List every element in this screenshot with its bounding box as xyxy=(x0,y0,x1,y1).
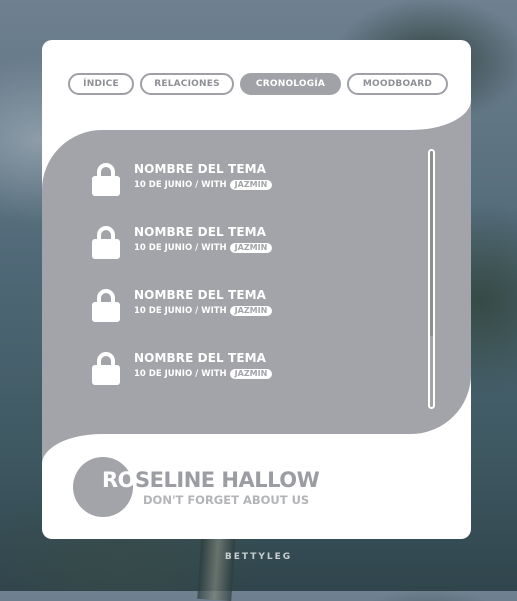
panel-corner-top xyxy=(411,100,471,130)
profile-tagline: DON'T FORGET ABOUT US xyxy=(143,493,310,507)
entry-title: NOMBRE DEL TEMA xyxy=(134,162,267,176)
entry-tag[interactable]: JAZMIN xyxy=(229,180,273,190)
entry-meta: 10 DE JUNIO / WITH JAZMIN xyxy=(134,306,273,316)
tab-relaciones[interactable]: RELACIONES xyxy=(140,73,234,95)
tab-cronologia[interactable]: CRONOLOGÍA xyxy=(240,73,341,95)
lock-icon xyxy=(92,352,120,385)
lock-icon xyxy=(92,163,120,196)
profile-name-highlight: RO xyxy=(102,468,136,492)
scrollbar-thumb[interactable] xyxy=(430,151,433,336)
entry-meta: 10 DE JUNIO / WITH JAZMIN xyxy=(134,180,273,190)
entry-date: 10 DE JUNIO / WITH xyxy=(134,369,227,379)
profile-card: ÍNDICE RELACIONES CRONOLOGÍA MOODBOARD N… xyxy=(42,40,471,539)
entry-tag[interactable]: JAZMIN xyxy=(229,306,273,316)
entry-date: 10 DE JUNIO / WITH xyxy=(134,180,227,190)
entry-date: 10 DE JUNIO / WITH xyxy=(134,306,227,316)
entry-title: NOMBRE DEL TEMA xyxy=(134,225,267,239)
entry-tag[interactable]: JAZMIN xyxy=(229,369,273,379)
entry-title: NOMBRE DEL TEMA xyxy=(134,351,267,365)
entry-meta: 10 DE JUNIO / WITH JAZMIN xyxy=(134,243,273,253)
tab-moodboard[interactable]: MOODBOARD xyxy=(347,73,448,95)
lock-icon xyxy=(92,226,120,259)
credit-label: BETTYLEG xyxy=(224,552,293,562)
entry-title: NOMBRE DEL TEMA xyxy=(134,288,267,302)
timeline-scrollbar[interactable] xyxy=(428,149,435,409)
profile-name: ROSELINE HALLOW xyxy=(102,468,320,492)
profile-name-rest: SELINE HALLOW xyxy=(135,468,320,492)
tab-indice[interactable]: ÍNDICE xyxy=(68,73,134,95)
entry-meta: 10 DE JUNIO / WITH JAZMIN xyxy=(134,369,273,379)
entry-tag[interactable]: JAZMIN xyxy=(229,243,273,253)
entry-date: 10 DE JUNIO / WITH xyxy=(134,243,227,253)
lock-icon xyxy=(92,289,120,322)
tab-nav: ÍNDICE RELACIONES CRONOLOGÍA MOODBOARD xyxy=(68,73,448,95)
